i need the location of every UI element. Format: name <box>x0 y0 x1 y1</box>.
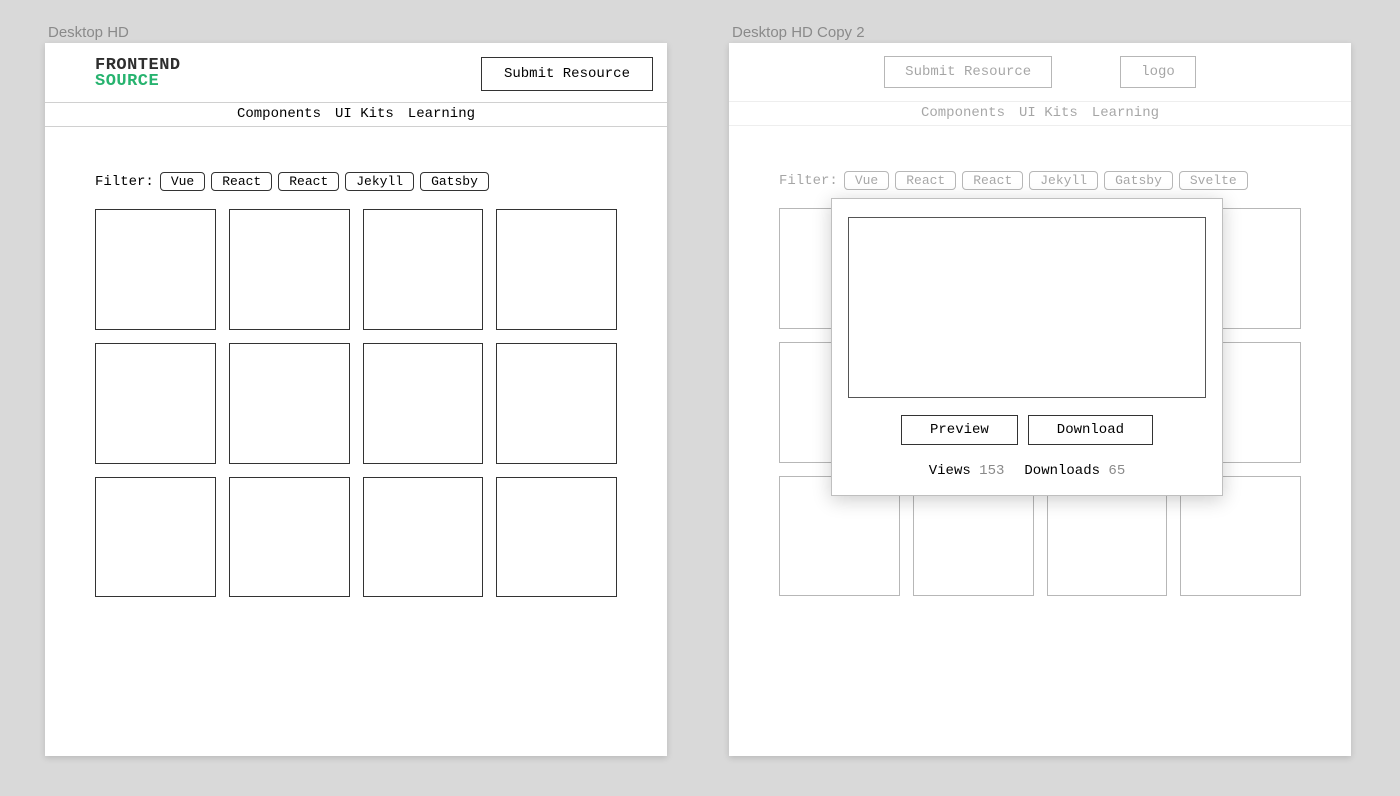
content-area: Filter: Vue React React Jekyll Gatsby <box>45 127 667 597</box>
download-button[interactable]: Download <box>1028 415 1153 445</box>
modal-actions: Preview Download <box>901 415 1153 445</box>
filter-chip[interactable]: Gatsby <box>420 172 489 191</box>
artboard-label-2: Desktop HD Copy 2 <box>732 24 865 41</box>
resource-card[interactable] <box>95 209 216 330</box>
filter-chip[interactable]: Svelte <box>1179 171 1248 190</box>
submit-resource-button[interactable]: Submit Resource <box>481 57 653 91</box>
artboard-desktop-hd: FRONTEND SOURCE Submit Resource Componen… <box>45 43 667 756</box>
logo-line-2: SOURCE <box>95 74 181 90</box>
resource-card[interactable] <box>95 477 216 598</box>
header: Submit Resource logo <box>729 43 1351 102</box>
resource-card[interactable] <box>363 343 484 464</box>
filter-row: Filter: Vue React React Jekyll Gatsby <box>95 172 617 191</box>
nav-components[interactable]: Components <box>237 106 321 122</box>
filter-chip[interactable]: Vue <box>160 172 205 191</box>
nav-learning[interactable]: Learning <box>408 106 475 122</box>
resource-card[interactable] <box>363 209 484 330</box>
header: FRONTEND SOURCE Submit Resource <box>45 43 667 103</box>
main-nav: Components UI Kits Learning <box>729 102 1351 126</box>
downloads-stat: Downloads 65 <box>1024 463 1125 479</box>
artboard-desktop-hd-copy-2: Submit Resource logo Components UI Kits … <box>729 43 1351 756</box>
logo-placeholder[interactable]: logo <box>1120 56 1196 88</box>
submit-resource-button[interactable]: Submit Resource <box>884 56 1052 88</box>
views-value: 153 <box>979 463 1004 479</box>
resource-card[interactable] <box>95 343 216 464</box>
modal-stats: Views 153 Downloads 65 <box>929 463 1125 479</box>
resource-grid <box>95 209 617 597</box>
filter-chip[interactable]: React <box>278 172 339 191</box>
main-nav: Components UI Kits Learning <box>45 103 667 127</box>
logo[interactable]: FRONTEND SOURCE <box>95 58 181 90</box>
filter-row: Filter: Vue React React Jekyll Gatsby Sv… <box>779 171 1301 190</box>
filter-label: Filter: <box>779 173 838 189</box>
filter-chip[interactable]: React <box>962 171 1023 190</box>
filter-chip[interactable]: Vue <box>844 171 889 190</box>
artboard-label-1: Desktop HD <box>48 24 129 41</box>
preview-button[interactable]: Preview <box>901 415 1018 445</box>
filter-chip[interactable]: Gatsby <box>1104 171 1173 190</box>
downloads-value: 65 <box>1108 463 1125 479</box>
resource-card[interactable] <box>496 209 617 330</box>
filter-chip[interactable]: Jekyll <box>345 172 414 191</box>
resource-card[interactable] <box>496 343 617 464</box>
resource-card[interactable] <box>363 477 484 598</box>
filter-label: Filter: <box>95 174 154 190</box>
resource-preview-image <box>848 217 1206 398</box>
filter-chip[interactable]: React <box>211 172 272 191</box>
downloads-label: Downloads <box>1024 463 1100 479</box>
nav-ui-kits[interactable]: UI Kits <box>335 106 394 122</box>
filter-chip[interactable]: Jekyll <box>1029 171 1098 190</box>
resource-card[interactable] <box>229 477 350 598</box>
nav-components[interactable]: Components <box>921 105 1005 121</box>
resource-card[interactable] <box>496 477 617 598</box>
resource-card[interactable] <box>229 343 350 464</box>
filter-chip[interactable]: React <box>895 171 956 190</box>
resource-detail-modal: Preview Download Views 153 Downloads 65 <box>831 198 1223 496</box>
nav-learning[interactable]: Learning <box>1092 105 1159 121</box>
nav-ui-kits[interactable]: UI Kits <box>1019 105 1078 121</box>
views-stat: Views 153 <box>929 463 1005 479</box>
resource-card[interactable] <box>229 209 350 330</box>
views-label: Views <box>929 463 971 479</box>
